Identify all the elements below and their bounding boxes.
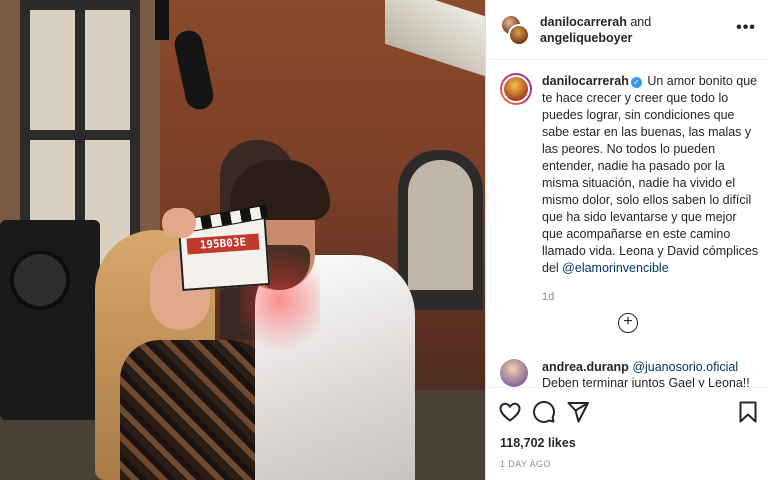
post-header: danilocarrerah and angeliqueboyer ••• — [486, 0, 768, 60]
caption-time[interactable]: 1d — [542, 291, 554, 303]
collab-avatars[interactable] — [500, 14, 530, 46]
post-photo[interactable]: 195B03E — [0, 0, 485, 480]
more-horizontal-icon[interactable]: ••• — [736, 20, 756, 40]
header-user-link[interactable]: angeliqueboyer — [540, 31, 632, 45]
post-side-panel: danilocarrerah and angeliqueboyer ••• da… — [485, 0, 768, 480]
photo-film-camera — [0, 220, 100, 420]
comment-body: Deben terminar juntos Gael y Leona!! — [542, 376, 750, 387]
post-date: 1 DAY AGO — [500, 459, 551, 469]
header-usernames: danilocarrerah and angeliqueboyer — [540, 14, 730, 46]
comment-text-block: andrea.duranp @juanosorio.oficial Deben … — [542, 359, 762, 387]
photo-boom-mic — [171, 27, 217, 113]
bookmark-icon[interactable] — [736, 400, 760, 424]
header-joiner: and — [630, 15, 652, 29]
comment-mention-link[interactable]: @juanosorio.oficial — [632, 360, 738, 374]
caption-text-block: danilocarrerah ✓ Un amor bonito que te ha… — [542, 73, 760, 277]
comment-username[interactable]: andrea.duranp — [542, 360, 629, 374]
plus-circle-icon[interactable]: + — [618, 313, 638, 333]
caption-mention-link[interactable]: @elamorinvencible — [562, 261, 669, 275]
likes-count[interactable]: 118,702 likes — [500, 436, 576, 450]
caption-body: Un amor bonito que te hace crecer y cree… — [542, 74, 759, 275]
caption-username[interactable]: danilocarrerah — [542, 74, 629, 88]
photo-light — [385, 0, 485, 77]
comments-section[interactable]: danilocarrerah ✓ Un amor bonito que te ha… — [486, 61, 768, 387]
avatar[interactable] — [500, 359, 528, 387]
comment-icon[interactable] — [532, 400, 556, 424]
post-actions: 118,702 likes 1 DAY AGO — [486, 387, 768, 480]
header-user-link[interactable]: danilocarrerah — [540, 15, 627, 29]
caption-avatar[interactable] — [500, 73, 532, 105]
send-icon[interactable] — [566, 400, 590, 424]
heart-icon[interactable] — [498, 400, 522, 424]
verified-badge-icon: ✓ — [630, 77, 642, 88]
avatar[interactable] — [508, 24, 530, 46]
